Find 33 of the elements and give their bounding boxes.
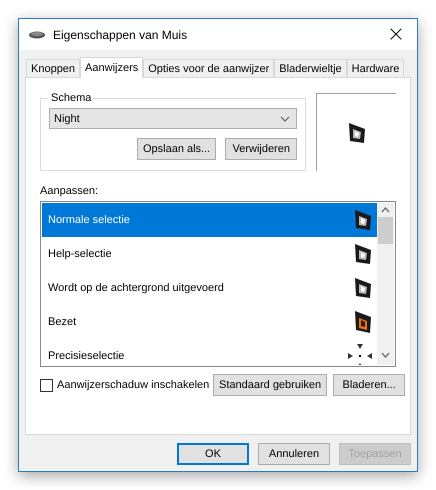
cursor-icon: [353, 309, 373, 335]
dialog-button[interactable]: OK: [177, 443, 249, 465]
tab[interactable]: Hardware: [346, 59, 404, 77]
scrollbar-thumb[interactable]: [378, 217, 393, 244]
shadow-checkbox[interactable]: Aanwijzerschaduw inschakelen: [40, 378, 207, 392]
scheme-button[interactable]: Verwijderen: [225, 138, 298, 160]
cursor-icon: [353, 242, 373, 266]
scroll-down-icon[interactable]: [381, 352, 390, 358]
list-item[interactable]: Normale selectie: [42, 203, 377, 237]
close-button[interactable]: ×: [375, 19, 417, 50]
scheme-dropdown[interactable]: Night: [49, 108, 298, 129]
group-label: Schema: [50, 92, 92, 104]
tab[interactable]: Aanwijzers: [80, 57, 144, 78]
dialog-button[interactable]: Annuleren: [258, 443, 330, 465]
cursor-icon: [346, 120, 367, 144]
mouse-icon: [29, 30, 45, 38]
tab[interactable]: Bladerwieltje: [274, 59, 347, 77]
list-label: Aanpassen:: [40, 185, 100, 197]
cursor-icon: [353, 208, 373, 232]
list-item[interactable]: Help-selectie: [42, 237, 377, 271]
tab[interactable]: Knoppen: [26, 59, 80, 77]
list-item[interactable]: Precisieselectie: [42, 339, 377, 365]
window-title: Eigenschappen van Muis: [53, 28, 188, 42]
cursor-icon: [353, 276, 373, 300]
scroll-up-icon[interactable]: [381, 207, 390, 213]
list-button[interactable]: Bladeren...: [333, 374, 406, 396]
list-button[interactable]: Standaard gebruiken: [213, 374, 328, 396]
list-item[interactable]: Wordt op de achtergrond uitgevoerd: [42, 271, 377, 305]
crosshair-icon: [347, 343, 373, 365]
scheme-button[interactable]: Opslaan als...: [136, 138, 216, 160]
list-item[interactable]: Bezet: [42, 305, 377, 339]
tab[interactable]: Opties voor de aanwijzer: [143, 59, 274, 77]
chevron-down-icon: [280, 116, 290, 122]
